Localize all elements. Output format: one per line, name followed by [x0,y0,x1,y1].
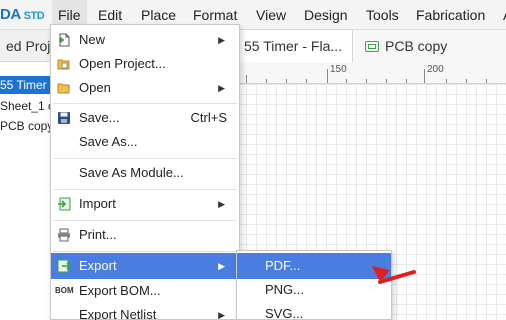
bom-icon: BOM [55,286,74,295]
menu-view[interactable]: View [250,0,292,30]
menu-item-label: Export BOM... [79,283,161,298]
red-arrow-icon [372,266,416,284]
menu-item-shortcut: Ctrl+S [190,110,227,125]
menu-item-label: Open Project... [79,56,166,71]
menu-item-export-bom[interactable]: BOM Export BOM... [51,278,239,304]
menu-item-label: Open [79,80,111,95]
pcb-icon [365,41,379,52]
menu-item-print[interactable]: Print... [51,222,239,248]
ruler-tick [386,79,387,83]
menu-item-new[interactable]: New ▶ [51,27,239,53]
tab-pcb[interactable]: PCB copy [352,30,506,62]
menu-item-save[interactable]: Save... Ctrl+S [51,105,239,131]
menu-overflow[interactable]: A [497,0,506,30]
submenu-arrow-icon: ▶ [218,310,225,320]
menu-separator [53,220,237,221]
ruler-label-150: 150 [330,64,347,75]
tab-schematic[interactable]: 55 Timer - Fla... [238,30,352,62]
menu-item-label: Print... [79,227,117,242]
export-icon [57,259,71,273]
open-project-icon [57,59,70,70]
menu-separator [53,158,237,159]
submenu-arrow-icon: ▶ [218,83,225,93]
ruler-tick [266,79,267,83]
menu-separator [53,251,237,252]
menu-item-open[interactable]: Open ▶ [51,75,239,101]
ruler-tick [286,79,287,83]
tree-item-timer[interactable]: 55 Timer - [0,76,52,94]
ruler-tick [327,69,328,83]
menu-item-save-as[interactable]: Save As... [51,129,239,155]
menu-fabrication[interactable]: Fabrication [410,0,491,30]
menu-design[interactable]: Design [298,0,354,30]
ruler-tick [366,79,367,83]
project-tree: 55 Timer - Sheet_1 c PCB copy [0,62,52,320]
menu-separator [53,103,237,104]
new-icon [59,33,70,47]
ruler-tick [406,79,407,83]
app-logo: DA STD [0,6,45,23]
tree-item-sheet[interactable]: Sheet_1 c [0,97,52,115]
ruler: 150 200 [236,62,506,84]
submenu-item-label: PDF... [265,258,301,273]
file-menu: New ▶ Open Project... Open ▶ Save... Ctr… [50,24,240,320]
ruler-label-200: 200 [427,64,444,75]
logo-std-text: STD [23,10,45,22]
menu-item-label: Import [79,196,116,211]
menu-item-save-as-module[interactable]: Save As Module... [51,160,239,186]
ruler-tick [346,79,347,83]
menu-item-export-netlist[interactable]: Export Netlist ▶ [51,302,239,320]
ruler-tick [306,79,307,83]
ruler-tick [446,79,447,83]
menu-item-label: Save As... [79,134,138,149]
menu-item-export[interactable]: Export ▶ [51,253,239,279]
submenu-arrow-icon: ▶ [218,199,225,209]
menu-item-label: New [79,32,106,47]
tab-pcb-label: PCB copy [385,38,448,54]
menu-item-import[interactable]: Import ▶ [51,191,239,217]
ruler-tick [486,79,487,83]
ruler-tick [246,75,247,83]
logo-text: DA [0,6,21,23]
menu-item-label: Export [79,258,117,273]
submenu-arrow-icon: ▶ [218,261,225,271]
import-icon [58,197,71,211]
submenu-item-label: PNG... [265,282,305,297]
menu-item-label: Export Netlist [79,307,157,320]
menu-separator [53,189,237,190]
menu-tools[interactable]: Tools [360,0,405,30]
menu-item-label: Save... [79,110,120,125]
menu-item-label: Save As Module... [79,165,184,180]
submenu-item-label: SVG... [265,306,304,320]
menu-item-open-project[interactable]: Open Project... [51,51,239,77]
ruler-tick [424,69,425,83]
submenu-item-svg[interactable]: SVG... [237,301,391,320]
save-icon [58,112,70,124]
print-icon [58,228,70,242]
submenu-arrow-icon: ▶ [218,35,225,45]
ruler-tick [466,79,467,83]
open-folder-icon [57,83,70,94]
tree-item-pcb[interactable]: PCB copy [0,117,52,135]
